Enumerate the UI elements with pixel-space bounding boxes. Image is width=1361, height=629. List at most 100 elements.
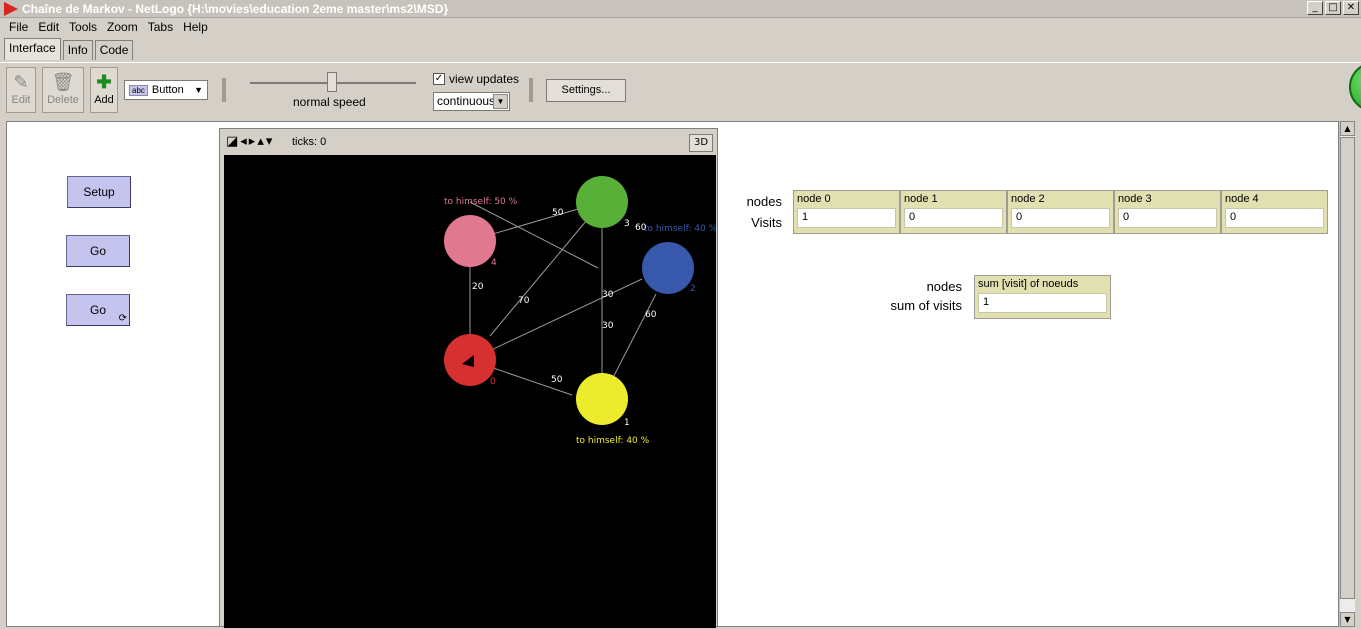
widget-type-select[interactable]: abc Button ▼: [124, 80, 208, 100]
minimize-button[interactable]: _: [1307, 1, 1323, 15]
settings-button[interactable]: Settings...: [546, 79, 626, 102]
tab-info[interactable]: Info: [62, 40, 93, 60]
edit-label: Edit: [11, 94, 31, 106]
scroll-up-icon[interactable]: ▲: [1340, 121, 1355, 136]
label-node-3: 3: [624, 219, 630, 229]
edge-3-0: [489, 201, 603, 337]
maximize-button[interactable]: □: [1325, 1, 1341, 15]
label-node-0: 0: [490, 377, 496, 387]
update-mode-select[interactable]: continuous ▼: [433, 92, 510, 111]
toolbar-separator: [529, 78, 533, 102]
setup-label: Setup: [83, 185, 115, 199]
ticks-counter: ticks: 0: [292, 136, 327, 148]
close-button[interactable]: ✕: [1343, 1, 1359, 15]
tab-code[interactable]: Code: [94, 40, 134, 60]
forever-loop-icon: ⟳: [118, 313, 127, 324]
network-graph: to himself: 50 % to himself: 40 % to him…: [444, 176, 718, 446]
label-edge-3-0: 70: [518, 296, 530, 306]
title-bar: Chaîne de Markov - NetLogo {H:\movies\ed…: [0, 0, 1361, 18]
monitor-title: sum [visit] of noeuds: [978, 278, 1079, 290]
menu-file[interactable]: File: [4, 18, 33, 38]
sum-row-label-visits: sum of visits: [890, 298, 962, 313]
visits-monitors: node 0 1 node 1 0 node 2 0 node 3 0 node…: [793, 190, 1328, 234]
label-n1-self: to himself: 40 %: [576, 436, 650, 446]
menu-bar: File Edit Tools Zoom Tabs Help: [0, 18, 213, 38]
edge-0-2: [469, 278, 643, 361]
update-mode-value: continuous: [437, 94, 496, 108]
vertical-scrollbar[interactable]: ▲ ▼: [1339, 121, 1355, 627]
label-edge-4-3: 50: [552, 208, 564, 218]
view-updates-checkbox[interactable]: ✓: [433, 73, 445, 85]
monitor-node-0: node 0 1: [793, 190, 900, 234]
monitor-title: node 2: [1011, 193, 1045, 205]
trash-icon: 🗑: [51, 72, 75, 92]
add-button[interactable]: ✚ Add: [90, 67, 118, 113]
edges: [468, 201, 657, 400]
label-node-4: 4: [491, 258, 497, 268]
menu-zoom[interactable]: Zoom: [102, 18, 143, 38]
label-edge-1-2: 60: [645, 310, 657, 320]
window-controls: _ □ ✕: [1307, 1, 1359, 15]
world-view: ◪◂▸▴▾ ticks: 0 3D to himself: 50 % to hi…: [219, 128, 718, 628]
tab-strip: Interface Info Code: [4, 38, 135, 60]
speed-label: normal speed: [293, 95, 366, 109]
go-forever-button[interactable]: Go ⟳: [66, 294, 130, 326]
go-label: Go: [89, 244, 106, 258]
monitor-value: 1: [978, 293, 1107, 313]
chevron-down-icon: ▼: [493, 94, 508, 109]
label-edge-3-2: 60: [635, 223, 647, 233]
monitor-node-2: node 2 0: [1007, 190, 1114, 234]
monitor-title: node 1: [904, 193, 938, 205]
node-2[interactable]: [642, 242, 694, 294]
go-forever-label: Go: [89, 303, 106, 317]
monitor-node-3: node 3 0: [1114, 190, 1221, 234]
menu-help[interactable]: Help: [178, 18, 213, 38]
view-header: ◪◂▸▴▾ ticks: 0 3D: [220, 129, 717, 155]
widget-type-value: Button: [151, 84, 184, 96]
scroll-thumb[interactable]: [1340, 137, 1355, 599]
go-button[interactable]: Go: [66, 235, 130, 267]
three-d-button[interactable]: 3D: [689, 134, 713, 152]
label-edge-0-2: 30: [602, 321, 614, 331]
button-widget-icon: abc: [129, 85, 148, 96]
label-node-1: 1: [624, 418, 630, 428]
row-label-visits: Visits: [751, 215, 782, 230]
menu-edit[interactable]: Edit: [33, 18, 64, 38]
label-edge-0-4: 20: [472, 282, 484, 292]
monitor-node-1: node 1 0: [900, 190, 1007, 234]
toolbar-separator: [222, 78, 226, 102]
speed-slider-thumb[interactable]: [327, 72, 337, 92]
node-3[interactable]: [576, 176, 628, 228]
node-1[interactable]: [576, 373, 628, 425]
label-n2-self: to himself: 40 %: [644, 224, 716, 234]
monitor-title: node 3: [1118, 193, 1152, 205]
view-updates-label: view updates: [449, 72, 520, 86]
monitor-value: 0: [1225, 208, 1324, 228]
node-4[interactable]: [444, 215, 496, 267]
menu-tabs[interactable]: Tabs: [143, 18, 178, 38]
sum-row-label-nodes: nodes: [926, 279, 962, 294]
tab-interface[interactable]: Interface: [4, 38, 61, 60]
world-canvas[interactable]: to himself: 50 % to himself: 40 % to him…: [224, 155, 718, 628]
monitor-value: 1: [797, 208, 896, 228]
scroll-down-icon[interactable]: ▼: [1340, 612, 1355, 627]
delete-label: Delete: [47, 94, 79, 106]
setup-button[interactable]: Setup: [67, 176, 131, 208]
plus-icon: ✚: [96, 72, 112, 92]
edit-button[interactable]: ✎ Edit: [6, 67, 36, 113]
view-shape-controls-icon[interactable]: ◪◂▸▴▾: [226, 134, 274, 149]
row-label-nodes: nodes: [746, 194, 782, 209]
monitor-sum-visits: sum [visit] of noeuds 1: [974, 275, 1111, 319]
monitor-value: 0: [904, 208, 1003, 228]
label-node-2: 2: [690, 284, 696, 294]
delete-button[interactable]: 🗑 Delete: [42, 67, 84, 113]
netlogo-logo-icon: [4, 2, 18, 16]
label-edge-0-1: 50: [551, 375, 563, 385]
label-edge-3-1: 30: [602, 290, 614, 300]
monitor-value: 0: [1118, 208, 1217, 228]
add-label: Add: [94, 94, 114, 106]
pencil-icon: ✎: [13, 72, 29, 92]
monitor-title: node 4: [1225, 193, 1259, 205]
label-n4-self: to himself: 50 %: [444, 197, 518, 207]
menu-tools[interactable]: Tools: [64, 18, 102, 38]
